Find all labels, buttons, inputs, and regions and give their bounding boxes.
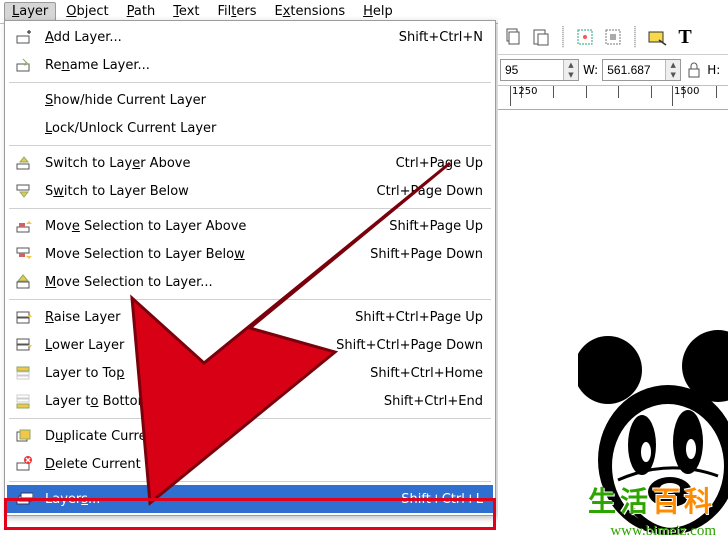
menu-item-shortcut: Shift+Ctrl+Home [370,366,483,381]
zoom-fit-icon[interactable] [574,26,596,48]
menu-separator [9,299,491,300]
layer-dropdown-menu[interactable]: Add Layer... Shift+Ctrl+N Rename Layer... S… [4,20,496,516]
menu-item-label: Layer to Bottom [45,394,372,409]
spin-up-icon[interactable]: ▲ [666,60,680,70]
zoom-page-icon[interactable] [602,26,624,48]
value-left-input[interactable] [501,60,563,80]
toolbar-separator [562,26,564,48]
spin-down-icon[interactable]: ▼ [666,70,680,80]
menu-item-shortcut: Shift+Ctrl+End [384,394,483,409]
ruler-horizontal: 1250 1500 [498,86,728,110]
toolbar-separator [634,26,636,48]
width-label: W: [583,63,598,77]
menubar-item-extensions[interactable]: Extensions [266,2,353,21]
top-icon [13,364,35,382]
arrow-down-icon [13,182,35,200]
ruler-tick-label: 1500 [674,86,699,97]
menu-item-move-selection-to-layer[interactable]: Move Selection to Layer... [7,268,493,296]
menu-item-label: Rename Layer... [45,58,471,73]
menu-item-label: Move Selection to Layer... [45,275,471,290]
menu-item-layer-to-top[interactable]: Layer to Top Shift+Ctrl+Home [7,359,493,387]
menubar-item-layer[interactable]: Layer [4,2,56,21]
lower-icon [13,336,35,354]
menu-item-add-layer[interactable]: Add Layer... Shift+Ctrl+N [7,23,493,51]
menu-item-lower-layer[interactable]: Lower Layer Shift+Ctrl+Page Down [7,331,493,359]
menu-item-label: Switch to Layer Above [45,156,384,171]
menu-item-shortcut: Shift+Ctrl+Page Up [355,310,483,325]
move-to-icon [13,273,35,291]
menu-item-shortcut: Shift+Ctrl+N [399,30,483,45]
delete-icon [13,455,35,473]
menu-item-switch-to-layer-above[interactable]: Switch to Layer Above Ctrl+Page Up [7,149,493,177]
menu-item-label: Lock/Unlock Current Layer [45,121,471,136]
menu-item-shortcut: Shift+Page Up [389,219,483,234]
move-up-icon [13,217,35,235]
menu-separator [9,481,491,482]
spin-down-icon[interactable]: ▼ [564,70,578,80]
menu-item-label: Layer to Top [45,366,358,381]
toolbar-row: T [498,20,728,55]
menu-item-label: Lower Layer [45,338,324,353]
menubar-item-path[interactable]: Path [119,2,164,21]
menu-item-shortcut: Ctrl+Page Up [396,156,483,171]
width-spinner[interactable]: ▲▼ [602,59,681,81]
menu-item-show-hide-current-layer[interactable]: Show/hide Current Layer [7,86,493,114]
blank-icon [13,119,35,137]
menu-separator [9,418,491,419]
copy-icon[interactable] [502,26,524,48]
width-input[interactable] [603,60,665,80]
menu-separator [9,208,491,209]
menu-item-layers[interactable]: Layers... Shift+Ctrl+L [7,485,493,513]
add-layer-icon [13,28,35,46]
menu-item-move-selection-to-layer-below[interactable]: Move Selection to Layer Below Shift+Page … [7,240,493,268]
dimension-toolbar: ▲▼ W: ▲▼ H: [498,55,728,86]
text-tool-icon[interactable]: T [674,26,696,48]
menu-item-duplicate-current-layer[interactable]: Duplicate Current Layer [7,422,493,450]
watermark-url: www.bimeiz.com [610,523,716,540]
menu-item-label: Show/hide Current Layer [45,93,471,108]
blank-icon [13,91,35,109]
menu-item-label: Add Layer... [45,30,387,45]
menu-item-label: Duplicate Current Layer [45,429,471,444]
menu-item-raise-layer[interactable]: Raise Layer Shift+Ctrl+Page Up [7,303,493,331]
menu-item-label: Move Selection to Layer Below [45,247,358,262]
menu-item-delete-current-layer[interactable]: Delete Current Layer [7,450,493,478]
menu-item-label: Switch to Layer Below [45,184,365,199]
rectangle-tool-icon[interactable] [646,26,668,48]
menu-item-switch-to-layer-below[interactable]: Switch to Layer Below Ctrl+Page Down [7,177,493,205]
lock-icon[interactable] [685,59,703,81]
menubar-item-help[interactable]: Help [355,2,401,21]
menubar-item-object[interactable]: Object [58,2,116,21]
menu-item-shortcut: Shift+Ctrl+L [401,492,483,507]
arrow-up-icon [13,154,35,172]
menu-item-label: Layers... [45,492,389,507]
menu-item-move-selection-to-layer-above[interactable]: Move Selection to Layer Above Shift+Page … [7,212,493,240]
paste-icon[interactable] [530,26,552,48]
duplicate-icon [13,427,35,445]
watermark-text: 生活百科 [588,480,716,520]
height-label: H: [707,63,720,77]
menu-separator [9,145,491,146]
raise-icon [13,308,35,326]
rename-icon [13,56,35,74]
ruler-tick-label: 1250 [512,86,537,97]
menu-item-lock-unlock-current-layer[interactable]: Lock/Unlock Current Layer [7,114,493,142]
menubar-item-text[interactable]: Text [165,2,207,21]
menu-item-label: Move Selection to Layer Above [45,219,377,234]
bottom-icon [13,392,35,410]
menu-separator [9,82,491,83]
menu-item-label: Raise Layer [45,310,343,325]
menu-item-shortcut: Shift+Page Down [370,247,483,262]
menu-item-layer-to-bottom[interactable]: Layer to Bottom Shift+Ctrl+End [7,387,493,415]
layers-icon [13,490,35,508]
value-left-spinner[interactable]: ▲▼ [500,59,579,81]
menu-item-shortcut: Ctrl+Page Down [377,184,483,199]
menubar-item-filters[interactable]: Filters [209,2,264,21]
menu-item-shortcut: Shift+Ctrl+Page Down [336,338,483,353]
spin-up-icon[interactable]: ▲ [564,60,578,70]
menu-item-rename-layer[interactable]: Rename Layer... [7,51,493,79]
menu-item-label: Delete Current Layer [45,457,471,472]
move-down-icon [13,245,35,263]
